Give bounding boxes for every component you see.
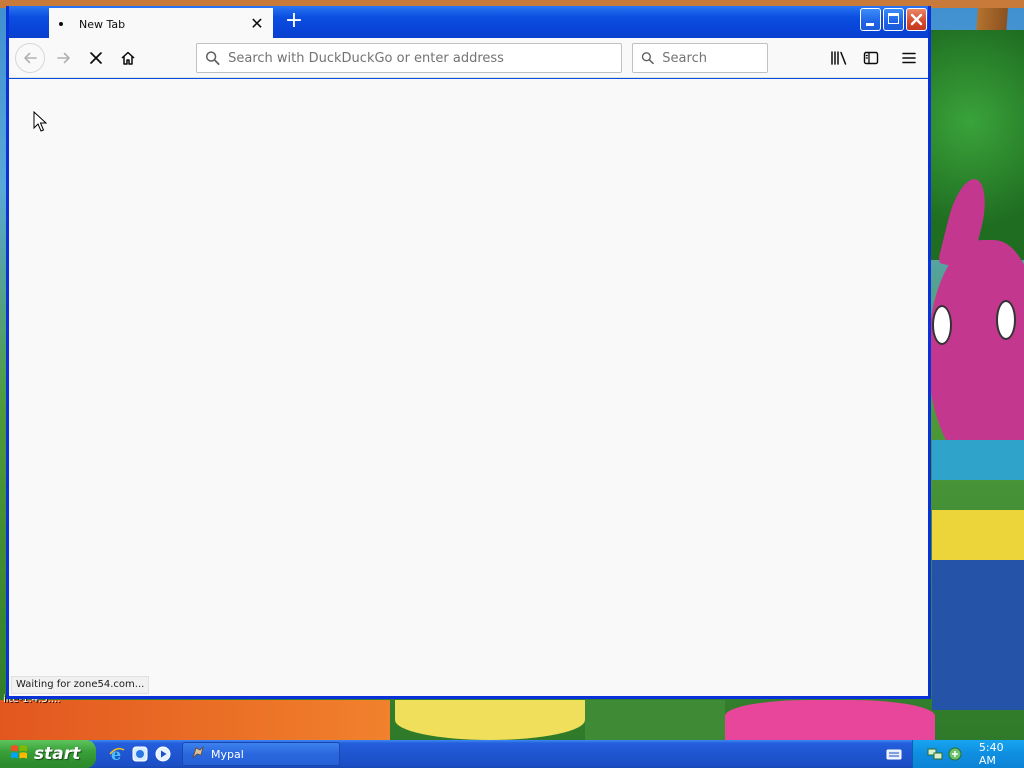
back-arrow-icon [24, 52, 37, 64]
status-bar: Waiting for zone54.com... [11, 676, 150, 694]
wallpaper-character-eye [932, 305, 952, 345]
browser-window: New Tab ✕ + Search with DuckDuckGo or en… [6, 6, 931, 699]
library-button[interactable] [825, 44, 853, 72]
maximize-button[interactable] [883, 8, 904, 31]
media-player-icon[interactable] [154, 745, 172, 763]
forward-button[interactable] [50, 44, 78, 72]
library-icon [831, 51, 847, 65]
close-icon [910, 13, 923, 26]
wallpaper-character-eye [996, 300, 1016, 340]
tab-new-tab[interactable]: New Tab ✕ [49, 8, 273, 40]
browser-icon[interactable] [131, 745, 149, 763]
system-tray: 5:40 AM [912, 740, 1024, 768]
home-button[interactable] [114, 44, 142, 72]
forward-arrow-icon [57, 52, 70, 64]
mouse-cursor-icon [33, 111, 47, 132]
search-icon [205, 51, 220, 65]
network-icon[interactable] [927, 746, 943, 762]
sidebar-button[interactable] [857, 44, 885, 72]
taskbar-item-label: Mypal [211, 747, 244, 761]
title-bar[interactable]: New Tab ✕ + [9, 6, 928, 40]
search-icon [641, 52, 654, 65]
home-icon [121, 51, 135, 65]
svg-text:e: e [111, 745, 121, 763]
stop-button[interactable] [82, 44, 110, 72]
maximize-icon [888, 13, 899, 24]
search-input[interactable] [662, 50, 767, 66]
minimize-icon [866, 23, 874, 26]
new-tab-button[interactable]: + [283, 10, 305, 32]
clock[interactable]: 5:40 AM [979, 741, 1024, 767]
keyboard-icon[interactable] [886, 746, 902, 762]
search-bar[interactable] [632, 43, 768, 73]
navigation-toolbar [9, 38, 928, 78]
wallpaper-grass [585, 700, 725, 740]
back-button[interactable] [15, 43, 45, 73]
close-button[interactable] [906, 8, 927, 31]
mypal-icon [191, 745, 205, 763]
taskbar-item-mypal[interactable]: Mypal [182, 742, 340, 766]
tab-close-icon[interactable]: ✕ [249, 16, 265, 32]
wallpaper-character-stripe [932, 510, 1024, 560]
wallpaper-yellow-shape [395, 700, 585, 740]
minimize-button[interactable] [860, 8, 881, 31]
page-content[interactable]: Waiting for zone54.com... [9, 79, 928, 696]
wallpaper-character-pink [928, 240, 1024, 470]
tab-title: New Tab [79, 17, 126, 31]
start-button[interactable]: start [0, 740, 96, 768]
internet-explorer-icon[interactable]: e [108, 745, 126, 763]
wallpaper-character-body [932, 560, 1024, 710]
address-bar[interactable] [196, 43, 622, 73]
taskbar: start e Mypal 5:40 AM [0, 740, 1024, 768]
windows-logo-icon [10, 743, 28, 766]
loading-dot-icon [59, 22, 63, 26]
hamburger-menu-icon [902, 52, 916, 64]
start-label: start [34, 744, 81, 764]
sidebar-icon [863, 51, 879, 65]
wallpaper-orange-shape [0, 700, 390, 740]
wallpaper-pink-shape [725, 700, 935, 740]
menu-button[interactable] [895, 44, 923, 72]
stop-loading-icon [90, 52, 102, 64]
address-input[interactable] [228, 50, 621, 66]
network-activity-icon[interactable] [947, 746, 963, 762]
wallpaper-character-shirt [932, 440, 1024, 480]
